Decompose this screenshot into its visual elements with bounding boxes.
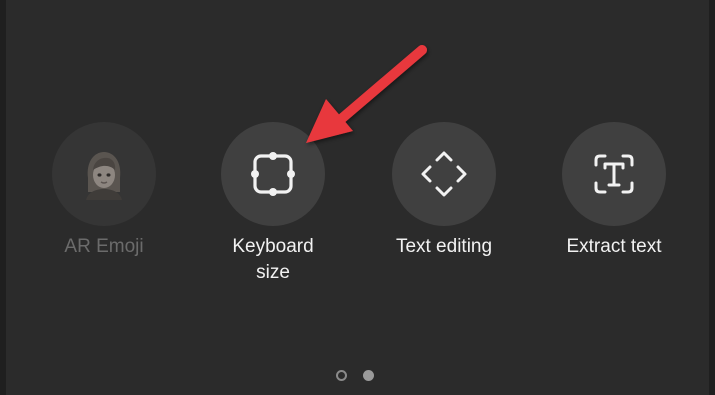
extract-text-label: Extract text (566, 236, 662, 257)
ar-emoji-label: AR Emoji (64, 236, 144, 257)
page-dot-2-current[interactable] (363, 370, 374, 381)
extract-text-icon (594, 154, 634, 194)
keyboard-size-label: Keyboard size (232, 236, 314, 283)
text-editing-circle (392, 122, 496, 226)
keyboard-toolbar-panel: AR Emoji Keyboard size Text editing Extr… (0, 0, 715, 395)
panel-right-edge (709, 0, 715, 395)
text-editing-button[interactable]: Text editing (369, 122, 519, 260)
ar-emoji-avatar-icon (86, 152, 122, 200)
keyboard-size-icon (251, 152, 295, 196)
panel-left-edge (0, 0, 6, 395)
extract-text-circle (562, 122, 666, 226)
text-editing-label: Text editing (395, 236, 493, 257)
page-dot-1[interactable] (336, 370, 347, 381)
keyboard-size-circle (221, 122, 325, 226)
ar-emoji-circle (52, 122, 156, 226)
keyboard-size-button[interactable]: Keyboard size (198, 122, 348, 286)
ar-emoji-button[interactable]: AR Emoji (29, 122, 179, 260)
text-editing-arrows-icon (421, 151, 467, 197)
extract-text-button[interactable]: Extract text (539, 122, 689, 260)
page-indicator (336, 370, 374, 381)
